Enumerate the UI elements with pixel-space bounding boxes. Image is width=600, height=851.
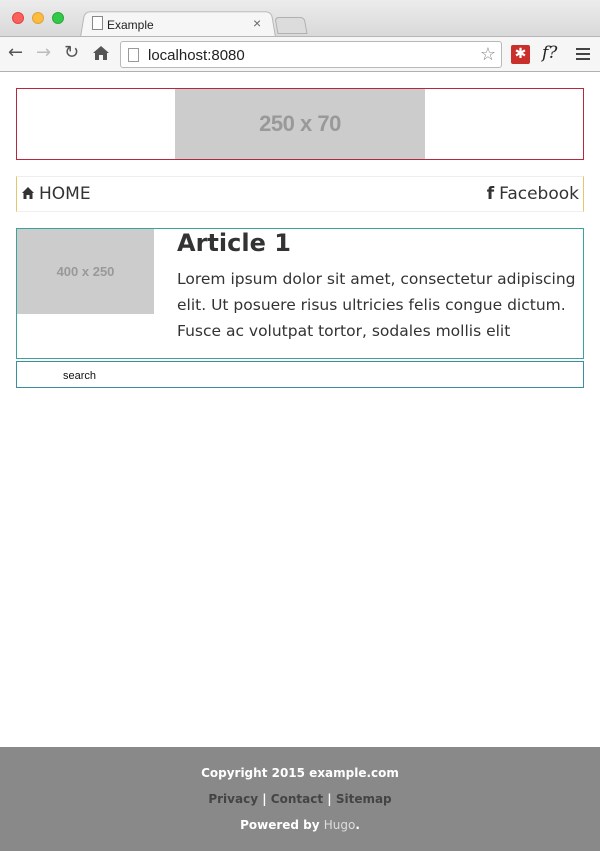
footer-link-sitemap[interactable]: Sitemap [336, 792, 392, 806]
footer-link-contact[interactable]: Contact [271, 792, 323, 806]
article-title[interactable]: Article 1 [177, 229, 291, 257]
nav-home-link[interactable]: HOME [21, 184, 91, 204]
tab-close-icon[interactable]: × [253, 15, 261, 31]
extension-red-icon[interactable]: ✱ [511, 45, 530, 64]
article-thumbnail-placeholder: 400 x 250 [17, 229, 154, 314]
footer-copyright: Copyright 2015 example.com [201, 766, 399, 780]
forward-arrow-icon[interactable]: → [36, 42, 51, 63]
bookmark-star-icon[interactable]: ☆ [480, 44, 496, 65]
nav-facebook-label: Facebook [499, 184, 579, 204]
close-window-button[interactable] [12, 12, 24, 24]
browser-tab-content: Example × [90, 15, 270, 35]
home-icon[interactable] [92, 42, 110, 65]
search-box[interactable]: search [16, 361, 584, 388]
article-card: 400 x 250 Article 1 Lorem ipsum dolor si… [16, 228, 584, 359]
home-icon [22, 187, 34, 199]
banner-placeholder-image: 250 x 70 [175, 89, 425, 159]
address-bar[interactable]: localhost:8080 ☆ [120, 41, 502, 68]
footer-link-privacy[interactable]: Privacy [208, 792, 258, 806]
tab-title: Example [107, 18, 154, 32]
footer-separator: | [327, 792, 332, 806]
browser-titlebar: Example × [0, 0, 600, 38]
powered-suffix: . [355, 818, 360, 832]
nav-home-label: HOME [39, 184, 91, 204]
extension-f-icon[interactable]: f? [542, 43, 557, 63]
nav-facebook-link[interactable]: f Facebook [487, 184, 579, 204]
zoom-window-button[interactable] [52, 12, 64, 24]
page-icon [128, 48, 139, 62]
site-header: 250 x 70 [16, 88, 584, 160]
footer-separator: | [262, 792, 267, 806]
new-tab-button[interactable] [274, 17, 308, 34]
facebook-icon: f [486, 184, 495, 204]
url-text[interactable]: localhost:8080 [148, 47, 245, 64]
footer-powered-by: Powered by Hugo. [0, 818, 600, 832]
hamburger-menu-icon[interactable] [576, 48, 590, 63]
article-body: Lorem ipsum dolor sit amet, consectetur … [177, 270, 576, 340]
powered-prefix: Powered by [240, 818, 320, 832]
main-nav: HOME f Facebook [16, 176, 584, 212]
back-arrow-icon[interactable]: ← [8, 42, 23, 63]
browser-toolbar: ← → ↻ localhost:8080 ☆ ✱ f? [0, 36, 600, 72]
footer-links: Privacy | Contact | Sitemap [0, 792, 600, 806]
minimize-window-button[interactable] [32, 12, 44, 24]
page-icon [92, 16, 103, 30]
powered-link-hugo[interactable]: Hugo [324, 818, 356, 832]
search-label: search [63, 370, 97, 382]
reload-icon[interactable]: ↻ [64, 42, 79, 63]
site-footer: Copyright 2015 example.com Privacy | Con… [0, 747, 600, 851]
